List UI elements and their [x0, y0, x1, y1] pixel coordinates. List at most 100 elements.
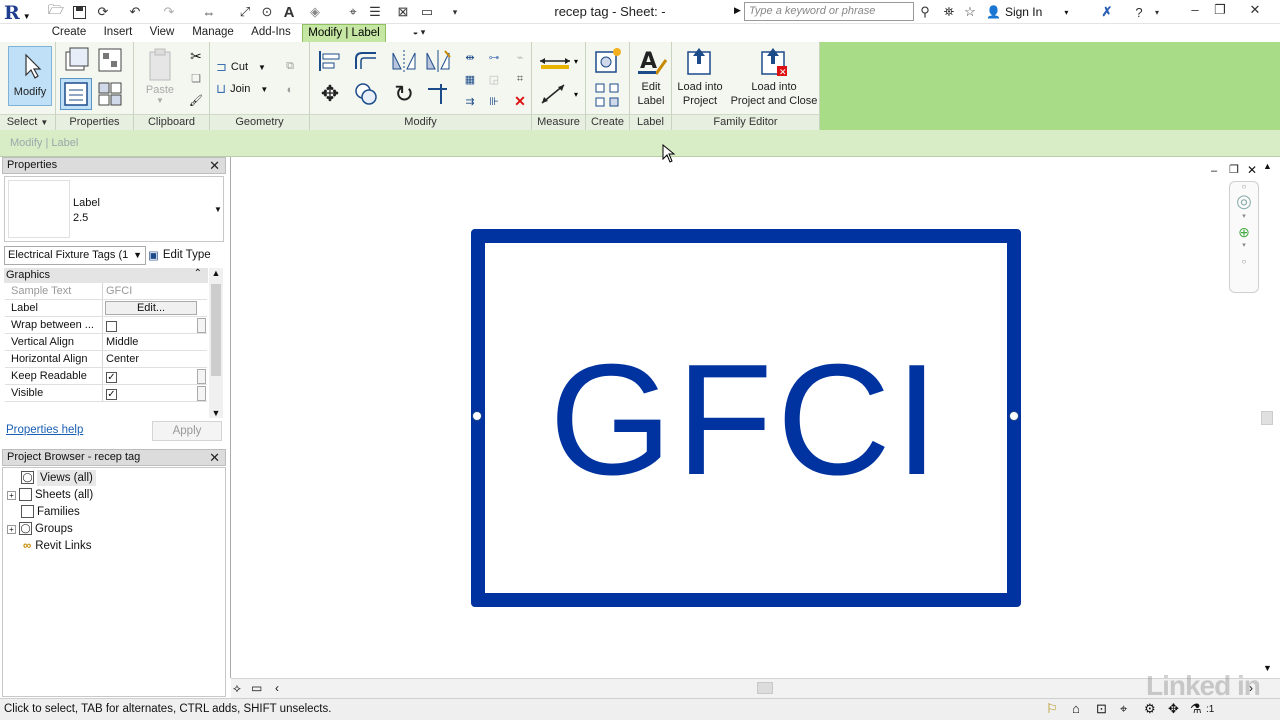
scroll-down-icon[interactable]: ▼ [1263, 663, 1272, 673]
canvas-scrollbar-up-icon[interactable]: ▲ [1263, 161, 1272, 171]
scale-icon[interactable]: ◲ [484, 70, 504, 88]
tag-label-text[interactable]: GFCI [484, 335, 1008, 505]
graphics-section-header[interactable]: Graphics ⌃ [4, 268, 208, 283]
close-window-button[interactable]: ✕ [1240, 2, 1270, 20]
move-icon[interactable]: ✥ [316, 80, 344, 108]
type-selector[interactable]: Label 2.5 ▼ [4, 176, 224, 242]
tag-qat-icon[interactable]: ⊙ [258, 3, 276, 21]
tree-item-views[interactable]: ◯ Views (all) [21, 470, 96, 486]
chevron-down-icon[interactable]: ▾ [1230, 241, 1258, 249]
tree-item-groups[interactable]: + ◯ Groups [7, 521, 73, 537]
zoom-icon[interactable]: ⊕ [1230, 224, 1258, 241]
keep-readable-checkbox[interactable]: ✓ [106, 372, 117, 383]
tree-item-revit-links[interactable]: ∞ Revit Links [23, 538, 91, 554]
cut-icon[interactable]: ✂ [186, 46, 206, 66]
editable-only-icon[interactable]: ⚐ [1046, 701, 1058, 717]
tree-item-families[interactable]: Families [21, 504, 80, 520]
scroll-up-icon[interactable]: ▲ [209, 268, 223, 282]
select-dropdown[interactable]: Select ▼ [0, 114, 55, 130]
search-input[interactable]: Type a keyword or phrase [744, 2, 914, 21]
restore-window-button[interactable]: ❐ [1205, 2, 1235, 20]
thin-lines-icon[interactable]: ☰ [366, 3, 384, 21]
select-underlay-icon[interactable]: ⊡ [1096, 701, 1107, 717]
trim-multiple-icon[interactable]: ⇉ [460, 92, 480, 110]
tab-create[interactable]: Create [48, 24, 90, 42]
aligned-dimension-icon[interactable]: ▾ [536, 80, 582, 108]
unpin-icon[interactable]: ⌁ [510, 48, 530, 66]
tab-manage[interactable]: Manage [186, 24, 240, 42]
family-types-icon[interactable] [96, 46, 126, 74]
prop-value[interactable]: Center [102, 351, 198, 367]
mirror-draw-axis-icon[interactable] [424, 48, 452, 74]
vertical-scrollbar-thumb[interactable] [1261, 411, 1273, 425]
close-icon[interactable]: ✕ [209, 450, 220, 465]
split-gap-icon[interactable]: ⊶ [484, 48, 504, 66]
tab-insert[interactable]: Insert [98, 24, 138, 42]
view-minimize-button[interactable]: – [1211, 165, 1217, 177]
offset-icon[interactable] [352, 48, 380, 74]
help-icon[interactable]: ? [1130, 3, 1148, 21]
array-icon[interactable]: ▦ [460, 70, 480, 88]
scroll-left-icon[interactable]: ‹ [275, 681, 279, 695]
properties-toggle-icon[interactable] [60, 78, 92, 110]
switch-windows-icon[interactable]: ▭ [418, 3, 436, 21]
3d-view-icon[interactable]: ◈ [306, 3, 324, 21]
exchange-apps-icon[interactable]: ✗ [1098, 3, 1116, 21]
view-close-button[interactable]: ✕ [1247, 163, 1257, 177]
detail-level-icon[interactable]: ⟡ [233, 681, 241, 696]
drawing-area[interactable]: – ❐ ✕ ▲ ○ ◎ ▾ ⊕ ▾ ○ GFCI ▼ [230, 157, 1280, 678]
wrap-checkbox[interactable] [106, 321, 117, 332]
dimension-qat-icon[interactable]: ⤢ [236, 3, 254, 21]
associate-param-button[interactable] [197, 369, 206, 384]
join-geometry-button[interactable]: ⊔ Join ▼ [216, 80, 278, 98]
associate-param-button[interactable] [197, 318, 206, 333]
favorites-icon[interactable]: ☆ [961, 3, 979, 21]
binoculars-icon[interactable]: ⚲ [916, 3, 934, 21]
align-icon[interactable] [316, 48, 344, 74]
family-category-icon[interactable] [96, 80, 126, 108]
tab-add-ins[interactable]: Add-Ins [246, 24, 296, 42]
select-pinned-icon[interactable]: ⌖ [1120, 701, 1127, 717]
edit-label-params-button[interactable]: Edit... [105, 301, 197, 315]
search-expand-icon[interactable]: ▶ [734, 5, 741, 16]
properties-scrollbar[interactable]: ▲ ▼ [209, 268, 223, 418]
expand-icon[interactable]: + [7, 491, 16, 500]
associate-param-button[interactable] [197, 386, 206, 401]
view-restore-button[interactable]: ❐ [1229, 163, 1239, 176]
customize-qat-icon[interactable]: ▾ [446, 3, 464, 21]
drag-elements-icon[interactable]: ✥ [1168, 701, 1179, 717]
cut-geometry-button[interactable]: ⊐ Cut ▼ [216, 58, 278, 76]
undo-icon[interactable]: ↶ [126, 3, 144, 21]
app-logo[interactable]: R ▼ [4, 1, 40, 25]
label-grip-left[interactable] [472, 411, 482, 421]
apply-button[interactable]: Apply [152, 421, 222, 441]
properties-help-link[interactable]: Properties help [6, 424, 83, 436]
label-grip-right[interactable] [1009, 411, 1019, 421]
copy-element-icon[interactable] [352, 80, 380, 108]
nav-bar-options-icon[interactable]: ○ [1230, 257, 1258, 266]
select-by-face-icon[interactable]: ⚙ [1144, 701, 1156, 717]
prop-value[interactable]: GFCI [102, 283, 198, 299]
scroll-thumb[interactable] [211, 284, 221, 376]
scroll-down-icon[interactable]: ▼ [209, 408, 223, 418]
create-similar-icon[interactable] [592, 46, 624, 76]
communication-icon[interactable]: ⛯ [940, 3, 958, 21]
paste-button[interactable]: Paste ▼ [140, 46, 180, 106]
modify-tool-button[interactable]: Modify [8, 46, 52, 106]
horizontal-scrollbar-thumb[interactable] [757, 682, 773, 694]
nav-bar-close-icon[interactable]: ○ [1230, 182, 1258, 191]
visible-checkbox[interactable]: ✓ [106, 389, 117, 400]
match-properties-icon[interactable]: 🖌 [186, 90, 206, 110]
create-group-icon[interactable] [592, 80, 624, 110]
wall-joins-icon[interactable]: ⧉ [280, 56, 300, 76]
sync-icon[interactable]: ⟳ [94, 3, 112, 21]
load-into-project-and-close-button[interactable]: ✕ Load into Project and Close [728, 46, 820, 110]
copy-icon[interactable]: ❏ [186, 68, 206, 88]
split-element-icon[interactable]: ⇹ [460, 48, 480, 66]
delete-icon[interactable]: ✕ [510, 92, 530, 110]
prop-value[interactable]: Middle [102, 334, 198, 350]
tab-view[interactable]: View [144, 24, 180, 42]
tab-modify-label[interactable]: Modify | Label [302, 24, 386, 42]
close-icon[interactable]: ✕ [209, 158, 220, 173]
pin-icon[interactable]: ⌗ [510, 70, 530, 88]
